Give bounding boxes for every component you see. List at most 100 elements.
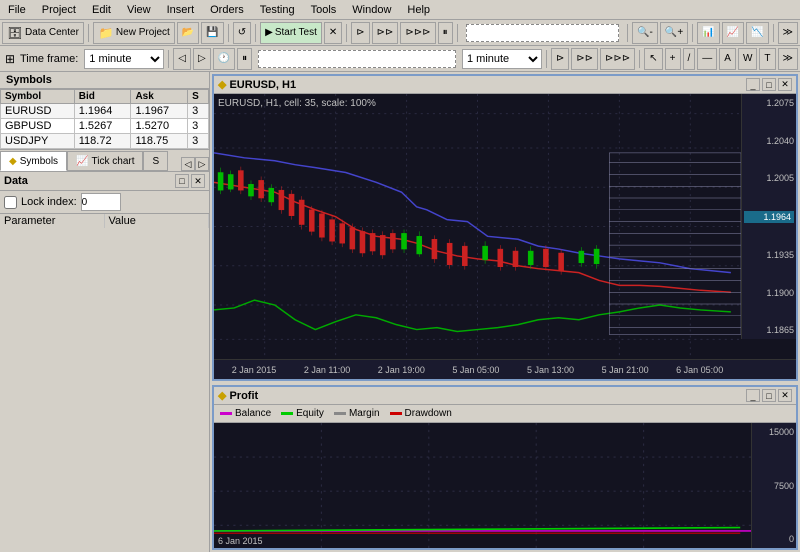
btn-nav2[interactable]: ⊳⊳ [571, 48, 598, 70]
sep8 [773, 24, 774, 42]
datacenter-button[interactable]: 🗄 Data Center [2, 22, 84, 44]
sep7 [692, 24, 693, 42]
menu-tools[interactable]: Tools [303, 2, 345, 18]
chart-price-axis: 1.2075 1.2040 1.2005 1.1964 1.1935 1.190… [741, 94, 796, 339]
menu-testing[interactable]: Testing [252, 2, 303, 18]
nav-back[interactable]: ◁ [173, 48, 191, 70]
save-button[interactable]: 💾 [201, 22, 223, 44]
col-ask: Ask [131, 90, 188, 104]
symbols-table: Symbol Bid Ask S EURUSD 1.1964 1.1967 3 … [0, 89, 209, 149]
open-button[interactable]: 📂 [177, 22, 199, 44]
tab-scroll-left[interactable]: ◁ [181, 157, 195, 171]
btn-nav1[interactable]: ⊳ [551, 48, 569, 70]
more-btn2[interactable]: ≫ [778, 48, 798, 70]
btn-chart1[interactable]: 📊 [697, 22, 719, 44]
symbols-title: Symbols [0, 72, 209, 89]
btn-more[interactable]: ≫ [778, 22, 798, 44]
W-btn[interactable]: W [738, 48, 757, 70]
btn-chart2[interactable]: 📈 [722, 22, 744, 44]
cursor-btn[interactable]: ↖ [644, 48, 662, 70]
btn-nav3[interactable]: ⊳⊳⊳ [600, 48, 635, 70]
tab-symbols[interactable]: ◆ Symbols [0, 151, 67, 171]
chart-main-window: ◆ EURUSD, H1 _ □ ✕ EURUSD, H1, cell: 35,… [212, 74, 798, 381]
table-row[interactable]: GBPUSD 1.5267 1.5270 3 [1, 119, 209, 134]
profit-restore-btn[interactable]: □ [762, 389, 776, 402]
btn-clock[interactable]: 🕐 [213, 48, 235, 70]
chart-main-buttons: _ □ ✕ [746, 78, 792, 91]
col-symbol: Symbol [1, 90, 75, 104]
btn-zoom-in[interactable]: 🔍+ [660, 22, 688, 44]
menu-help[interactable]: Help [399, 2, 438, 18]
timeframe-select2[interactable]: 1 minute [462, 49, 542, 69]
table-row[interactable]: USDJPY 118.72 118.75 3 [1, 134, 209, 149]
refresh-button[interactable]: ↺ [233, 22, 251, 44]
btn-chart3[interactable]: 📉 [746, 22, 768, 44]
profit-titlebar: ◆ Profit _ □ ✕ [214, 387, 796, 405]
menu-file[interactable]: File [0, 2, 34, 18]
profit-price-axis: 15000 7500 0 [751, 423, 796, 548]
menubar: File Project Edit View Insert Orders Tes… [0, 0, 800, 20]
T-btn[interactable]: T [759, 48, 775, 70]
profit-price-3: 0 [754, 534, 794, 544]
menu-edit[interactable]: Edit [84, 2, 119, 18]
tab-tickchart[interactable]: 📈 Tick chart [67, 151, 143, 171]
chart-info-text: EURUSD, H1, cell: 35, scale: 100% [218, 98, 376, 109]
data-restore-btn[interactable]: □ [175, 174, 189, 188]
btn-pause[interactable]: ⏸ [438, 22, 453, 44]
menu-view[interactable]: View [119, 2, 159, 18]
hline-btn[interactable]: — [697, 48, 717, 70]
data-panel: Data □ ✕ Lock index: Parameter Value [0, 171, 209, 552]
btn-pause2[interactable]: ⏸ [237, 48, 252, 70]
stoptest-button[interactable]: ✕ [324, 22, 342, 44]
cell-ask: 1.1967 [131, 104, 188, 119]
tab-scroll-right[interactable]: ▷ [195, 157, 209, 171]
chart-restore-btn[interactable]: □ [762, 78, 776, 91]
profit-legend: Balance Equity Margin Drawdown [214, 405, 796, 423]
line-btn[interactable]: / [683, 48, 696, 70]
table-row[interactable]: EURUSD 1.1964 1.1967 3 [1, 104, 209, 119]
btn-r1[interactable]: ⊳ [351, 22, 369, 44]
cell-bid: 1.1964 [74, 104, 131, 119]
btn-r3[interactable]: ⊳⊳⊳ [400, 22, 435, 44]
profit-minimize-btn[interactable]: _ [746, 389, 760, 402]
sep1 [88, 24, 89, 42]
cross-btn[interactable]: + [665, 48, 681, 70]
sep5 [457, 24, 458, 42]
starttest-button[interactable]: ▶ Start Test [260, 22, 322, 44]
menu-project[interactable]: Project [34, 2, 84, 18]
price-6: 1.1900 [744, 288, 794, 298]
profit-close-btn[interactable]: ✕ [778, 389, 792, 402]
chart-minimize-btn[interactable]: _ [746, 78, 760, 91]
speed-slider2[interactable] [258, 50, 456, 68]
sep3 [255, 24, 256, 42]
tab-s[interactable]: S [143, 151, 168, 171]
tickchart-tab-icon: 📈 [76, 156, 88, 167]
nav-fwd[interactable]: ▷ [193, 48, 211, 70]
text-btn[interactable]: A [719, 48, 736, 70]
btn-zoom-out[interactable]: 🔍- [632, 22, 658, 44]
lock-checkbox[interactable] [4, 196, 17, 209]
chart-close-btn[interactable]: ✕ [778, 78, 792, 91]
profit-body[interactable]: 15000 7500 0 6 Jan 2015 [214, 423, 796, 548]
time-6: 5 Jan 21:00 [602, 365, 649, 375]
btn-r2[interactable]: ⊳⊳ [372, 22, 399, 44]
speed-slider[interactable] [466, 24, 620, 42]
menu-insert[interactable]: Insert [159, 2, 203, 18]
menu-window[interactable]: Window [344, 2, 399, 18]
save-icon: 💾 [206, 27, 218, 38]
symbols-tab-icon: ◆ [9, 156, 17, 167]
toolbar2: ⊞ Time frame: 1 minute 5 minutes 15 minu… [0, 46, 800, 72]
profit-title: ◆ Profit [218, 389, 258, 402]
price-3: 1.2005 [744, 173, 794, 183]
cell-ask: 1.5270 [131, 119, 188, 134]
newproject-button[interactable]: 📁 New Project [93, 22, 175, 44]
time-labels: 2 Jan 2015 2 Jan 11:00 2 Jan 19:00 5 Jan… [218, 365, 737, 375]
lock-input[interactable] [81, 193, 121, 211]
menu-orders[interactable]: Orders [202, 2, 252, 18]
current-price: 1.1964 [744, 211, 794, 223]
data-close-btn[interactable]: ✕ [191, 174, 205, 188]
chart-main-body[interactable]: EURUSD, H1, cell: 35, scale: 100% [214, 94, 796, 359]
time-1: 2 Jan 2015 [232, 365, 277, 375]
timeframe-select[interactable]: 1 minute 5 minutes 15 minutes 1 hour [84, 49, 164, 69]
main-area: Symbols Symbol Bid Ask S EURUSD 1.1964 1… [0, 72, 800, 552]
